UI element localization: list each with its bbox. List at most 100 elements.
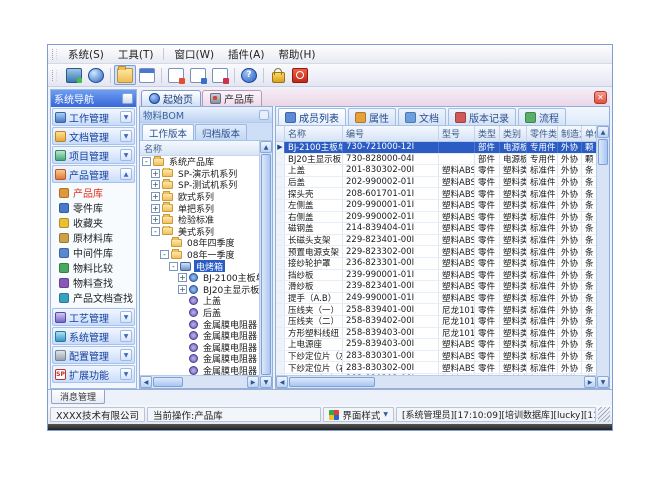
chevron-down-icon[interactable]: ▼ xyxy=(120,330,132,342)
chevron-down-icon[interactable]: ▼ xyxy=(120,311,132,323)
table-row[interactable]: 预置电源支架229-823302-00I塑料ABS零件塑料类标准件外协条 xyxy=(276,246,596,258)
chevron-down-icon[interactable]: ▼ xyxy=(120,368,132,380)
doc-tab-0[interactable]: 起始页 xyxy=(141,90,201,106)
table-row[interactable]: 后盖202-990002-01I塑料ABS零件塑料类标准件外协条 xyxy=(276,177,596,189)
version-tab-0[interactable]: 工作版本 xyxy=(142,124,194,140)
menu-item-0[interactable]: 系统(S) xyxy=(61,47,111,62)
column-header-4[interactable]: 类别 xyxy=(500,126,527,141)
scroll-up-icon[interactable]: ▲ xyxy=(260,141,272,153)
tree-column-header[interactable]: 名称 xyxy=(140,141,259,156)
help-icon[interactable] xyxy=(238,65,260,85)
column-header-3[interactable]: 类型 xyxy=(475,126,500,141)
report-new-icon[interactable] xyxy=(165,65,187,85)
tree-node-0[interactable]: -系统产品库 xyxy=(140,156,259,168)
tree-node-13[interactable]: 后盖 xyxy=(140,307,259,319)
sidebar-item-raw-material[interactable]: 原材料库 xyxy=(51,230,136,245)
sidebar-group-config[interactable]: 配置管理▼ xyxy=(52,346,135,364)
menu-item-1[interactable]: 工具(T) xyxy=(111,47,161,62)
scroll-down-icon[interactable]: ▼ xyxy=(260,376,272,388)
table-row[interactable]: 上电源座259-839403-00I塑料ABS零件塑料类标准件外协条 xyxy=(276,339,596,351)
web-icon[interactable] xyxy=(85,65,107,85)
scroll-down-icon[interactable]: ▼ xyxy=(597,376,609,388)
drag-handle[interactable] xyxy=(52,49,57,60)
sidebar-item-favorites[interactable]: 收藏夹 xyxy=(51,215,136,230)
sidebar-item-intermediate-lib[interactable]: 中间件库 xyxy=(51,245,136,260)
menu-item-4[interactable]: 插件(A) xyxy=(221,47,271,62)
table-row[interactable]: 下纱定位片（右）283-830302-00I塑料ABS零件塑料类标准件外协条 xyxy=(276,362,596,374)
expand-icon[interactable]: + xyxy=(151,169,160,178)
scroll-left-icon[interactable]: ◀ xyxy=(140,376,152,388)
expand-icon[interactable]: + xyxy=(178,285,187,294)
tree-node-5[interactable]: +检验标准 xyxy=(140,214,259,226)
sidebar-item-material-search[interactable]: 物料查找 xyxy=(51,275,136,290)
table-row[interactable]: BJ20主显示板730-828000-04I部件电源板专用件外协颗 xyxy=(276,154,596,166)
tree-node-17[interactable]: 金属膜电阻器 xyxy=(140,353,259,365)
sidebar-group-document[interactable]: 文档管理▼ xyxy=(52,127,135,145)
expand-icon[interactable]: + xyxy=(178,273,187,282)
collapse-icon[interactable]: - xyxy=(151,227,160,236)
scrollbar-thumb[interactable] xyxy=(598,139,608,165)
column-header-1[interactable]: 编号 xyxy=(343,126,439,141)
table-row[interactable]: 滑纱板239-823401-00I塑料ABS零件塑料类标准件外协条 xyxy=(276,281,596,293)
ui-style-selector[interactable]: 界面样式 ▼ xyxy=(323,407,394,422)
table-row[interactable]: 压线夹（一）258-839401-00I尼龙1010零件塑料类标准件外协条 xyxy=(276,304,596,316)
chevron-down-icon[interactable]: ▼ xyxy=(120,149,132,161)
report-delete-icon[interactable] xyxy=(209,65,231,85)
table-row[interactable]: 右侧盖209-990002-01I塑料ABS零件塑料类标准件外协条 xyxy=(276,212,596,224)
detail-tab-4[interactable]: 流程 xyxy=(518,108,566,125)
sidebar-collapse-icon[interactable] xyxy=(122,93,133,104)
tree-node-15[interactable]: 金属膜电阻器 xyxy=(140,330,259,342)
close-tab-button[interactable]: ✕ xyxy=(594,91,607,104)
collapse-icon[interactable]: - xyxy=(160,250,169,259)
drag-handle[interactable] xyxy=(52,70,57,81)
report-open-icon[interactable] xyxy=(187,65,209,85)
tree-node-18[interactable]: 金属膜电阻器 xyxy=(140,365,259,375)
tree-node-14[interactable]: 金属膜电阻器 xyxy=(140,318,259,330)
column-header-0[interactable]: 名称 xyxy=(285,126,343,141)
sidebar-group-work[interactable]: 工作管理▼ xyxy=(52,108,135,126)
lock-icon[interactable] xyxy=(267,65,289,85)
sidebar-item-part-lib[interactable]: 零件库 xyxy=(51,200,136,215)
doc-tab-1[interactable]: 产品库 xyxy=(202,90,262,106)
detail-tab-2[interactable]: 文档 xyxy=(398,108,446,125)
sidebar-group-extension[interactable]: SP扩展功能▼ xyxy=(52,365,135,383)
table-row[interactable]: 压线夹（二）258-839402-00I尼龙1010零件塑料类标准件外协条 xyxy=(276,316,596,328)
expand-icon[interactable]: + xyxy=(151,215,160,224)
table-row[interactable]: 挡纱板239-990001-01I塑料ABS零件塑料类标准件外协条 xyxy=(276,270,596,282)
tree-node-2[interactable]: +SP-测试机系列 xyxy=(140,179,259,191)
tree-node-4[interactable]: +单把系列 xyxy=(140,202,259,214)
version-tab-1[interactable]: 归档版本 xyxy=(195,124,247,140)
expand-icon[interactable]: + xyxy=(151,192,160,201)
tree-node-1[interactable]: +SP-演示机系列 xyxy=(140,168,259,180)
tree-node-8[interactable]: -08年一季度 xyxy=(140,249,259,261)
resize-grip[interactable] xyxy=(598,407,610,422)
table-row[interactable]: 上盖201-830302-00I塑料ABS零件塑料类标准件外协条 xyxy=(276,165,596,177)
column-header-2[interactable]: 型号 xyxy=(439,126,475,141)
column-header-6[interactable]: 制造方式 xyxy=(558,126,582,141)
sidebar-item-product-lib[interactable]: 产品库 xyxy=(51,185,136,200)
detail-tab-3[interactable]: 版本记录 xyxy=(448,108,516,125)
folder-icon[interactable] xyxy=(114,65,136,85)
scroll-up-icon[interactable]: ▲ xyxy=(597,126,609,138)
menu-item-3[interactable]: 窗口(W) xyxy=(167,47,221,62)
exit-icon[interactable] xyxy=(289,65,311,85)
chevron-down-icon[interactable]: ▼ xyxy=(120,349,132,361)
layout-icon[interactable] xyxy=(136,65,158,85)
table-row[interactable]: 方形塑料线纽258-839403-00I尼龙1010零件塑料类标准件外协条 xyxy=(276,328,596,340)
column-header-5[interactable]: 零件类型 xyxy=(527,126,558,141)
expand-icon[interactable]: + xyxy=(151,204,160,213)
tree-node-3[interactable]: +欧式系列 xyxy=(140,191,259,203)
chevron-down-icon[interactable]: ▼ xyxy=(120,111,132,123)
scroll-right-icon[interactable]: ▶ xyxy=(247,376,259,388)
sidebar-group-product[interactable]: 产品管理▲ xyxy=(52,165,135,183)
sidebar-item-product-doc-search[interactable]: 产品文档查找 xyxy=(51,290,136,305)
table-row[interactable]: 下纱定位片（左）283-830301-00I塑料ABS零件塑料类标准件外协条 xyxy=(276,351,596,363)
pin-icon[interactable] xyxy=(259,110,269,120)
collapse-icon[interactable]: - xyxy=(142,157,151,166)
scrollbar-thumb[interactable] xyxy=(153,377,183,387)
message-panel-tab[interactable]: 消息管理 xyxy=(51,390,105,404)
tree-node-16[interactable]: 金属膜电阻器 xyxy=(140,342,259,354)
table-row[interactable]: 左侧盖209-990001-01I塑料ABS零件塑料类标准件外协条 xyxy=(276,200,596,212)
scrollbar-thumb[interactable] xyxy=(261,154,271,375)
scroll-left-icon[interactable]: ◀ xyxy=(276,376,288,388)
